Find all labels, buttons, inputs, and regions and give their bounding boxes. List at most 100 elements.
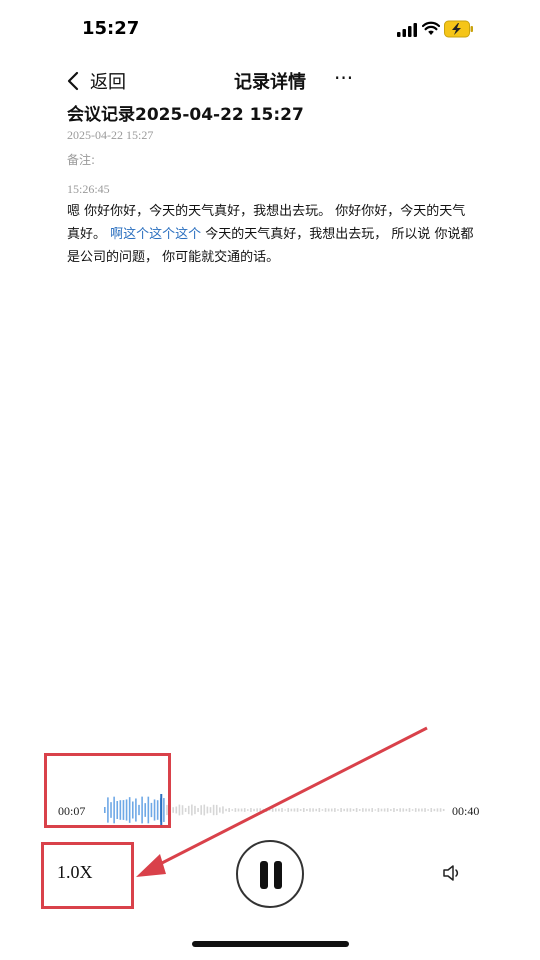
annotation-box-waveform xyxy=(44,753,171,828)
waveform-bar xyxy=(247,809,249,811)
waveform-bar xyxy=(362,808,364,812)
waveform-bar xyxy=(237,808,240,812)
pause-button[interactable] xyxy=(236,840,304,908)
waveform-bar xyxy=(418,808,420,812)
waveform-bar xyxy=(296,808,299,812)
transcript-highlight[interactable]: 啊这个这个这个 xyxy=(110,227,201,242)
waveform-bar xyxy=(365,808,367,812)
waveform-bar xyxy=(219,807,221,813)
waveform-bar xyxy=(393,808,395,812)
record-date: 2025-04-22 15:27 xyxy=(67,128,154,142)
waveform-bar xyxy=(346,808,349,812)
waveform-bar xyxy=(377,808,380,812)
waveform-bar xyxy=(212,804,215,816)
waveform-bar xyxy=(368,808,370,812)
waveform-bar xyxy=(358,809,361,811)
waveform-bar xyxy=(324,808,327,812)
waveform-bar xyxy=(315,808,318,812)
waveform-bar xyxy=(209,807,212,813)
waveform-bar xyxy=(334,808,336,812)
waveform-bar xyxy=(231,809,234,811)
waveform-bar xyxy=(290,808,293,812)
waveform-bar xyxy=(321,809,324,811)
waveform-bar xyxy=(197,808,199,812)
waveform-bar xyxy=(200,805,202,815)
waveform-bar xyxy=(327,808,330,812)
waveform-bar xyxy=(430,808,433,812)
waveform-bar xyxy=(396,808,398,812)
volume-icon[interactable] xyxy=(442,864,462,882)
waveform-bar xyxy=(172,807,174,813)
waveform-bar xyxy=(250,808,252,812)
waveform-bar xyxy=(281,808,283,812)
waveform-bar xyxy=(206,806,209,814)
waveform-bar xyxy=(275,808,277,812)
home-indicator xyxy=(192,941,349,947)
waveform-bar xyxy=(306,808,308,812)
waveform-bar xyxy=(427,809,429,811)
waveform-bar xyxy=(265,808,268,812)
waveform-bar xyxy=(302,808,305,812)
waveform-bar xyxy=(355,808,358,812)
status-bar: 15:27 xyxy=(0,0,540,60)
battery-charging-icon xyxy=(444,20,473,38)
waveform-bar xyxy=(421,808,423,812)
waveform-bar xyxy=(380,808,383,812)
more-button[interactable]: ··· xyxy=(334,68,358,92)
waveform-bar xyxy=(424,808,426,812)
waveform-bar xyxy=(340,808,342,812)
waveform-bar xyxy=(256,808,258,812)
waveform-bar xyxy=(390,809,392,811)
waveform-bar xyxy=(374,809,377,811)
waveform-bar xyxy=(436,808,439,812)
waveform-bar xyxy=(442,808,445,812)
waveform-bar xyxy=(184,808,187,812)
waveform-bar xyxy=(271,808,274,812)
waveform-bar xyxy=(411,809,414,811)
waveform-bar xyxy=(215,804,218,816)
waveform-bar xyxy=(414,808,417,812)
waveform-bar xyxy=(178,804,181,816)
waveform-bar xyxy=(259,808,262,812)
waveform-bar xyxy=(399,808,401,812)
waveform-bar xyxy=(262,808,265,812)
pause-icon xyxy=(260,861,282,889)
segment-timestamp: 15:26:45 xyxy=(67,182,110,196)
note-label[interactable]: 备注: xyxy=(67,151,95,168)
record-title: 会议记录2025-04-22 15:27 xyxy=(67,105,304,125)
nav-bar: 返回 记录详情 ··· xyxy=(0,62,540,100)
annotation-box-speed xyxy=(41,842,134,909)
waveform-bar xyxy=(439,808,442,812)
waveform-bar xyxy=(383,808,386,812)
waveform-bar xyxy=(337,809,339,811)
waveform-bar xyxy=(386,808,389,812)
waveform-bar xyxy=(284,809,286,811)
waveform-bar xyxy=(287,808,290,812)
waveform-bar xyxy=(299,809,302,811)
waveform-bar xyxy=(278,808,280,812)
waveform-bar xyxy=(203,804,206,816)
waveform-bar xyxy=(402,808,405,812)
waveform-bar xyxy=(312,808,314,812)
waveform-bar xyxy=(349,808,352,812)
waveform-bar xyxy=(268,809,271,811)
status-time: 15:27 xyxy=(82,18,140,39)
waveform-bar xyxy=(175,806,178,814)
waveform-bar xyxy=(181,805,184,815)
transcript-text: 嗯 你好你好，今天的天气真好，我想出去玩。 你好你好，今天的天气真好。 啊这个这… xyxy=(67,200,477,269)
waveform-bar xyxy=(309,808,311,812)
waveform-bar xyxy=(343,808,345,812)
waveform-bar xyxy=(433,808,436,812)
waveform-bar xyxy=(243,808,246,812)
waveform-bar xyxy=(330,808,333,812)
waveform-bar xyxy=(293,808,296,812)
waveform-bar xyxy=(352,808,355,812)
waveform-bar xyxy=(318,808,321,812)
waveform-bar xyxy=(408,808,411,812)
total-time: 00:40 xyxy=(452,804,480,818)
waveform-bar xyxy=(187,805,190,815)
wifi-icon xyxy=(422,21,440,35)
signal-icon xyxy=(397,23,417,37)
waveform-bar xyxy=(371,808,373,812)
waveform-bar xyxy=(405,808,408,812)
